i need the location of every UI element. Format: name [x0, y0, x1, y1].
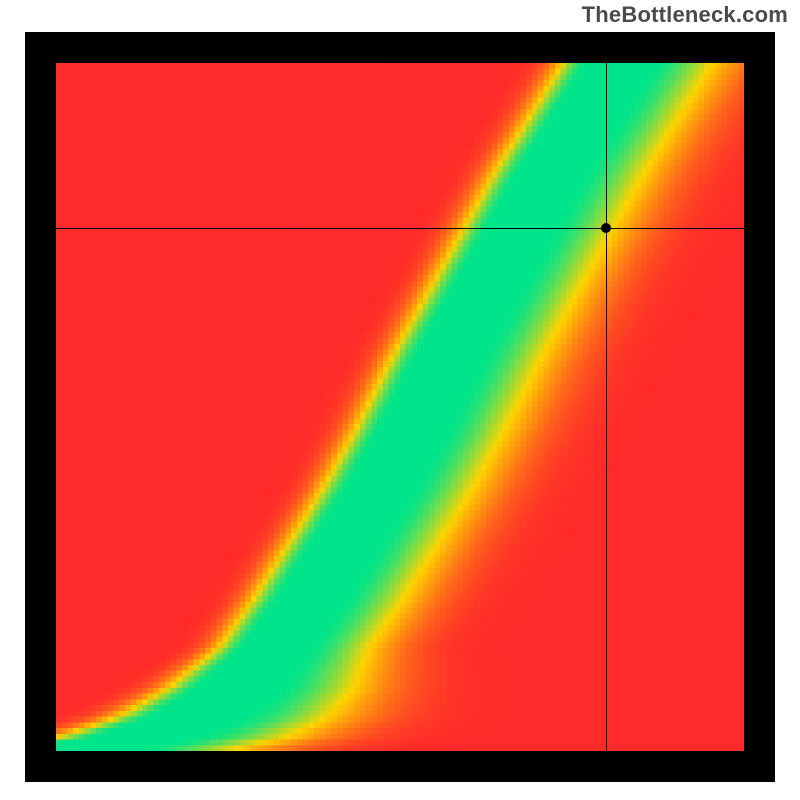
heatmap-plot-area [56, 63, 744, 751]
crosshair-horizontal [56, 228, 744, 229]
crosshair-vertical [606, 63, 607, 751]
chart-frame [25, 32, 775, 782]
page-root: TheBottleneck.com [0, 0, 800, 800]
heatmap-canvas [56, 63, 744, 751]
attribution-label: TheBottleneck.com [582, 2, 788, 28]
